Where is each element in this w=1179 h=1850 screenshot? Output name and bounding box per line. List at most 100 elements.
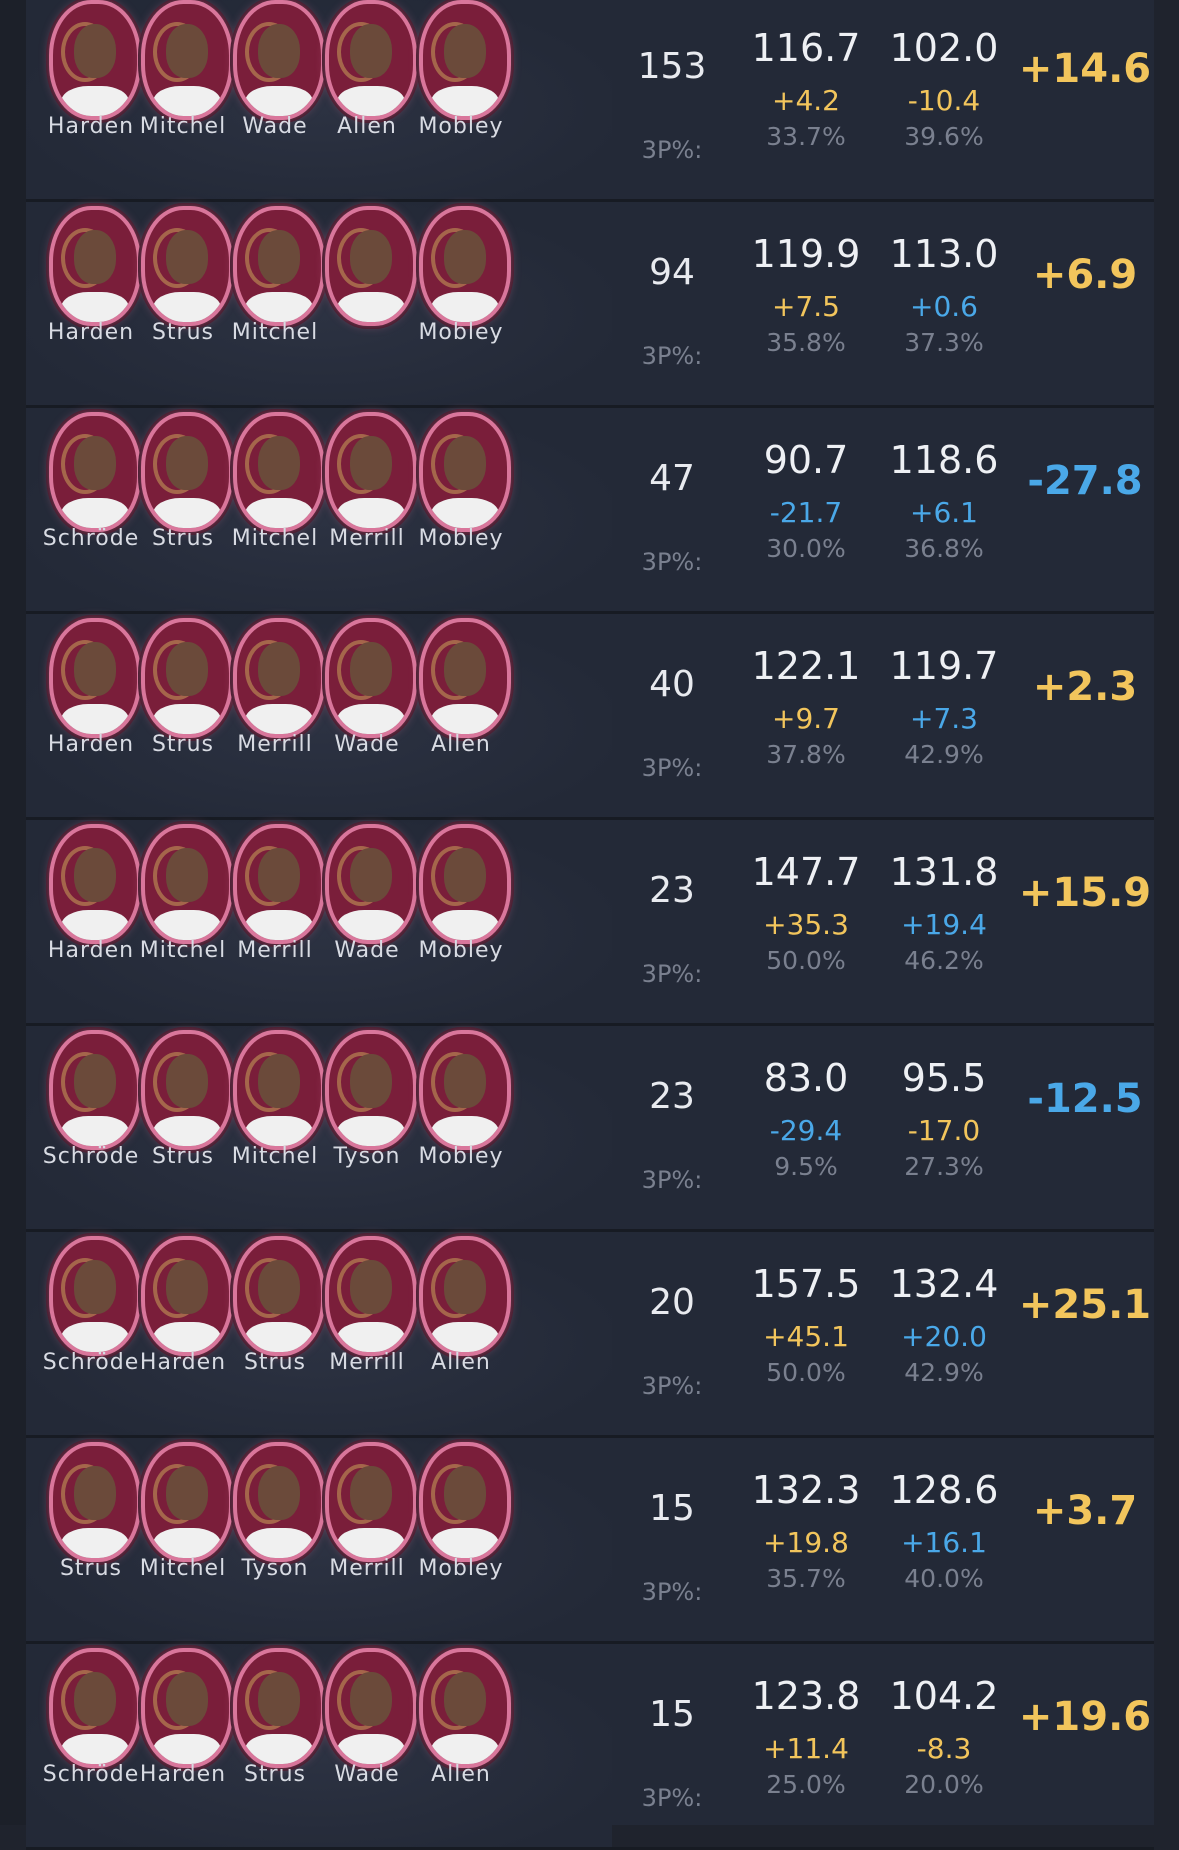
player-avatar [419,412,511,532]
defensive-rating-diff: +20.0 [901,1320,987,1353]
three-pt-label: 3P%: [641,1372,703,1400]
three-pt-label: 3P%: [641,960,703,988]
three-pt-label: 3P%: [641,548,703,576]
defensive-three-pct: 20.0% [904,1770,984,1799]
possessions-value: 23 [649,1076,695,1117]
defensive-three-pct: 42.9% [904,1358,984,1387]
lineup-row[interactable]: Schröde Harden Strus Merrill Allen 20 3P%: 157.… [26,1232,1154,1438]
three-pt-label: 3P%: [641,1166,703,1194]
player-name: Allen [431,1350,491,1375]
player-name: Mobley [418,1144,504,1169]
offensive-three-pct: 37.8% [766,740,846,769]
player-face-icon [444,436,486,490]
player-avatar [325,1442,417,1562]
player-card[interactable]: Allen [406,614,516,817]
defensive-three-pct: 40.0% [904,1564,984,1593]
player-name: Mobley [418,320,504,345]
player-card[interactable]: Allen [406,1232,516,1435]
defensive-three-pct: 46.2% [904,946,984,975]
defensive-three-pct: 36.8% [904,534,984,563]
player-card[interactable]: Mobley [406,408,516,611]
player-face-icon [166,436,208,490]
net-rating: +25.1 [1018,1282,1152,1328]
player-face-icon [74,1054,116,1108]
three-pt-label: 3P%: [641,1784,703,1812]
defensive-three-pct: 39.6% [904,122,984,151]
player-name: Mobley [418,526,504,551]
player-face-icon [444,642,486,696]
net-rating: +2.3 [1032,664,1138,710]
lineup-row[interactable]: Schröde Strus Mitchel Tyson Mobley 23 3P%: 83.0… [26,1026,1154,1232]
lineup-row[interactable]: Harden Mitchel Merrill Wade Mobley 23 3P%: 147.… [26,820,1154,1026]
possessions-value: 23 [649,870,695,911]
player-avatar [419,0,511,120]
lineup-row[interactable]: Harden Strus Merrill Wade Allen 40 3P%: 122.1 11… [26,614,1154,820]
player-face-icon [258,1260,300,1314]
player-face-icon [258,230,300,284]
player-name: Allen [431,1762,491,1787]
offensive-three-pct: 25.0% [766,1770,846,1799]
player-avatar [419,1030,511,1150]
lineup-row[interactable]: Harden Strus Mitchel Mobley 94 3P%: 119.9 113.0… [26,202,1154,408]
lineup-row[interactable]: Harden Mitchel Wade Allen Mobley 153 3P%: 116.7… [26,0,1154,202]
player-face-icon [74,1466,116,1520]
defensive-rating-diff: -10.4 [907,84,981,117]
player-card[interactable]: Allen [406,1644,516,1847]
player-face-icon [166,230,208,284]
player-card[interactable]: Mobley [406,1026,516,1229]
lineup-players: Harden Mitchel Merrill Wade Mobley [26,820,612,1023]
offensive-three-pct: 30.0% [766,534,846,563]
player-face-icon [350,1054,392,1108]
defensive-rating: 119.7 [889,644,999,688]
player-face-icon [166,24,208,78]
offensive-rating-diff: +7.5 [772,290,840,323]
three-pt-label: 3P%: [641,754,703,782]
defensive-rating: 128.6 [889,1468,999,1512]
defensive-rating-diff: +7.3 [910,702,978,735]
player-face-icon [444,230,486,284]
offensive-rating: 116.7 [751,26,861,70]
lineup-row[interactable]: Schröde Strus Mitchel Merrill Mobley 47 3P%: 90… [26,408,1154,614]
player-face-icon [74,24,116,78]
three-pt-label: 3P%: [641,136,703,164]
defensive-rating: 104.2 [889,1674,999,1718]
offensive-rating: 123.8 [751,1674,861,1718]
player-avatar [419,1236,511,1356]
offensive-three-pct: 33.7% [766,122,846,151]
offensive-rating: 157.5 [751,1262,861,1306]
player-face-icon [74,1260,116,1314]
player-avatar [325,0,417,120]
player-card[interactable]: Mobley [406,0,516,199]
player-face-icon [350,24,392,78]
defensive-three-pct: 37.3% [904,328,984,357]
player-avatar [325,1236,417,1356]
lineup-players: Schröde Harden Strus Wade Allen [26,1644,612,1847]
defensive-rating: 131.8 [889,850,999,894]
jersey-icon [337,292,405,322]
defensive-rating: 132.4 [889,1262,999,1306]
net-rating: +6.9 [1032,252,1138,298]
lineup-row[interactable]: Strus Mitchel Tyson Merrill Mobley 15 3P%: 132.… [26,1438,1154,1644]
defensive-rating-diff: -8.3 [916,1732,972,1765]
defensive-rating-diff: +16.1 [901,1526,987,1559]
player-face-icon [350,230,392,284]
player-card[interactable]: Mobley [406,202,516,405]
player-avatar [325,206,417,326]
lineup-row[interactable]: Schröde Harden Strus Wade Allen 15 3P%: 123.8 10… [26,1644,1154,1850]
lineup-players: Schröde Strus Mitchel Tyson Mobley [26,1026,612,1229]
offensive-rating-diff: +19.8 [763,1526,849,1559]
offensive-rating: 122.1 [751,644,861,688]
player-card[interactable]: Mobley [406,820,516,1023]
offensive-rating-diff: +11.4 [763,1732,849,1765]
player-card[interactable]: Mobley [406,1438,516,1641]
offensive-three-pct: 35.7% [766,1564,846,1593]
lineup-players: Strus Mitchel Tyson Merrill Mobley [26,1438,612,1641]
player-face-icon [166,1466,208,1520]
player-face-icon [74,642,116,696]
offensive-rating-diff: -21.7 [769,496,843,529]
offensive-rating-diff: -29.4 [769,1114,843,1147]
lineup-players: Harden Mitchel Wade Allen Mobley [26,0,612,199]
player-name: Mobley [418,1556,504,1581]
player-face-icon [444,1672,486,1726]
player-face-icon [444,24,486,78]
